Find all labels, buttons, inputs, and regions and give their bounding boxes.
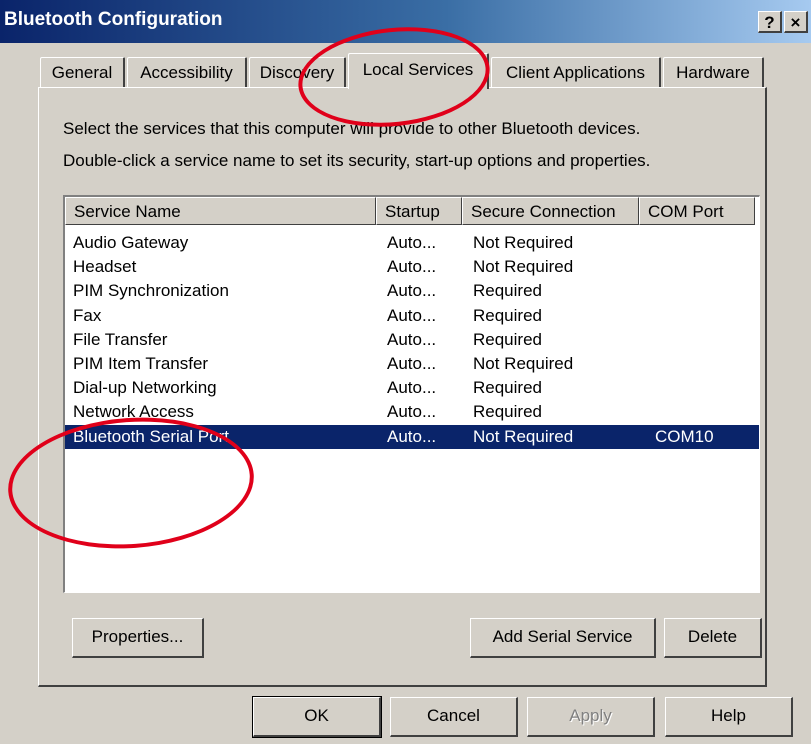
column-header-startup[interactable]: Startup (376, 197, 462, 225)
ok-button[interactable]: OK (252, 696, 382, 738)
cell-startup: Auto... (387, 233, 437, 252)
help-caption-button[interactable]: ? (758, 11, 782, 33)
cell-secure-connection: Required (473, 402, 542, 422)
cell-service-name: Dial-up Networking (73, 378, 217, 398)
cell-service-name: PIM Item Transfer (73, 353, 209, 373)
cell-com-port: COM10 (655, 426, 714, 446)
table-row[interactable]: File Transfer Auto... Required (65, 328, 759, 352)
cell-startup: Auto... (387, 353, 437, 373)
cell-startup: Auto... (387, 402, 437, 422)
table-row[interactable]: Network Access Auto... Required (65, 400, 759, 424)
apply-button[interactable]: Apply (527, 697, 655, 737)
title-bar: Bluetooth Configuration (0, 0, 811, 43)
tab-discovery[interactable]: Discovery (249, 57, 346, 87)
table-row[interactable]: Bluetooth Serial Port Auto... Not Required… (65, 424, 759, 449)
services-rows: Audio Gateway Auto... Not Required Headset A… (65, 231, 759, 449)
add-serial-service-button[interactable]: Add Serial Service (470, 618, 656, 658)
cell-secure-connection: Required (473, 378, 542, 398)
cell-secure-connection: Required (473, 281, 542, 301)
cell-startup: Auto... (387, 329, 437, 349)
column-header-secure-connection[interactable]: Secure Connection (462, 197, 639, 225)
cell-secure-connection: Not Required (473, 257, 574, 277)
cancel-button[interactable]: Cancel (390, 697, 518, 737)
tab-hardware[interactable]: Hardware (663, 57, 764, 87)
table-row[interactable]: Fax Auto... Required (65, 304, 759, 328)
cell-service-name: File Transfer (73, 329, 168, 349)
tab-general[interactable]: General (40, 57, 125, 87)
cell-secure-connection: Required (473, 305, 542, 325)
close-icon: × (790, 13, 801, 32)
help-button[interactable]: Help (665, 697, 793, 737)
column-header-com-port[interactable]: COM Port (639, 197, 755, 225)
cell-secure-connection: Not Required (473, 233, 574, 252)
table-row[interactable]: Dial-up Networking Auto... Required (65, 376, 759, 400)
description-line-2: Double-click a service name to set its s… (63, 151, 651, 170)
description-line-1: Select the services that this computer w… (63, 119, 641, 138)
services-list[interactable]: Service Name Startup Secure Connection C… (63, 195, 760, 593)
cell-service-name: Audio Gateway (73, 233, 189, 252)
cell-startup: Auto... (387, 426, 437, 446)
cell-startup: Auto... (387, 378, 437, 398)
apply-button-label: Apply (569, 706, 612, 725)
table-row[interactable]: PIM Item Transfer Auto... Not Required (65, 352, 759, 376)
window-title: Bluetooth Configuration (4, 9, 223, 30)
cell-service-name: Network Access (73, 402, 194, 422)
cell-startup: Auto... (387, 257, 437, 277)
column-header-service-name[interactable]: Service Name (65, 197, 376, 225)
question-icon: ? (764, 13, 775, 32)
tab-accessibility[interactable]: Accessibility (127, 57, 247, 87)
cell-secure-connection: Required (473, 329, 542, 349)
delete-button[interactable]: Delete (664, 618, 762, 658)
table-row[interactable]: Headset Auto... Not Required (65, 255, 759, 279)
cell-startup: Auto... (387, 281, 437, 301)
cell-service-name: Bluetooth Serial Port (73, 426, 229, 446)
cell-service-name: Headset (73, 257, 137, 277)
close-caption-button[interactable]: × (784, 11, 808, 33)
cell-secure-connection: Not Required (473, 426, 574, 446)
tab-client-applications[interactable]: Client Applications (491, 57, 661, 87)
cell-secure-connection: Not Required (473, 353, 574, 373)
tab-local-services[interactable]: Local Services (348, 53, 489, 89)
cell-service-name: PIM Synchronization (73, 281, 229, 301)
cell-startup: Auto... (387, 305, 437, 325)
cell-service-name: Fax (73, 305, 102, 325)
properties-button[interactable]: Properties... (72, 618, 204, 658)
table-row[interactable]: PIM Synchronization Auto... Required (65, 279, 759, 303)
table-row[interactable]: Audio Gateway Auto... Not Required (65, 231, 759, 255)
